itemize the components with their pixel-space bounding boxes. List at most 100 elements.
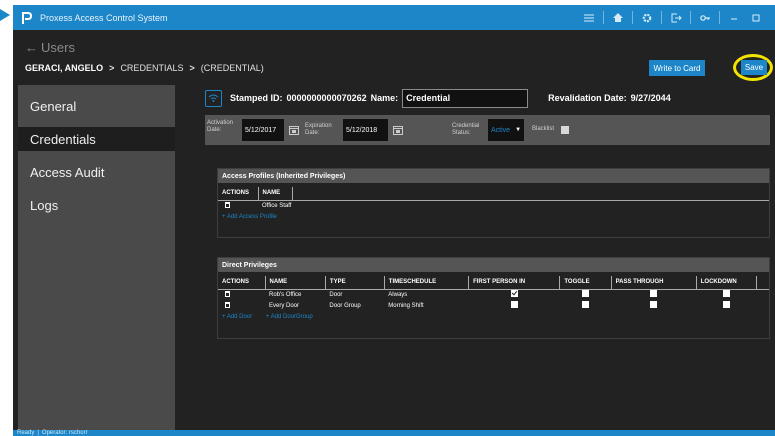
credential-status-value: Active [491,126,511,134]
breadcrumb: GERACI, ANGELO > CREDENTIALS > (CREDENTI… [25,63,264,73]
credential-status-select[interactable]: Active ▼ [488,119,524,141]
expiration-date-field[interactable]: 5/12/2018 [343,119,388,141]
maximize-icon[interactable] [745,5,767,30]
privilege-schedule: Morning Shift [388,302,424,309]
wifi-icon[interactable] [205,89,222,107]
write-to-card-button[interactable]: Write to Card [649,60,705,76]
sidebar-item-label: General [30,98,77,114]
breadcrumb-section[interactable]: CREDENTIALS [120,63,183,73]
add-doorgroup-link[interactable]: + Add DoorGroup [266,314,313,320]
lockdown-checkbox[interactable] [722,301,730,308]
profile-name: Office Staff [262,202,292,209]
divider [661,11,662,24]
activation-date-field[interactable]: 5/12/2017 [242,119,284,141]
access-profiles-title: Access Profiles (Inherited Privileges) [218,169,769,183]
settings-icon[interactable] [636,5,658,30]
column-filler [292,187,769,201]
add-row: + Add Access Profile [218,211,769,222]
row-actions [218,289,265,300]
pass-through-checkbox[interactable] [650,301,658,308]
privilege-name: Rob's Office [269,291,302,298]
privilege-type: Door [329,291,343,298]
column-name: NAME [265,276,326,290]
name-field[interactable]: Credential [402,88,529,108]
dropdown-caret-icon: ▼ [515,127,522,133]
row-actions [218,300,265,311]
pointer-arrow-icon [0,9,10,21]
table-header-row: ACTIONS NAME [218,187,769,201]
toggle-checkbox[interactable] [581,301,589,308]
minimize-icon[interactable] [723,5,745,30]
expiration-date-label: Expiration Date: [305,123,332,136]
app-title: Proxess Access Control System [40,12,168,23]
trash-icon[interactable] [225,290,230,297]
table-row[interactable]: Rob's Office Door Always [218,289,769,300]
revalidation-label: Revalidation Date: [548,93,627,103]
sidebar-item-label: Credentials [30,131,96,147]
save-button[interactable]: Save [741,60,767,75]
blacklist-label: Blacklist [532,126,555,132]
trash-icon[interactable] [225,301,230,308]
column-name: NAME [258,187,293,201]
status-text: Ready [17,430,35,436]
column-pass-through: PASS THROUGH [611,276,697,290]
lockdown-checkbox[interactable] [722,290,730,298]
pass-through-checkbox[interactable] [650,290,658,298]
first-person-in-checkbox[interactable] [510,301,518,308]
breadcrumb-separator: > [109,63,115,73]
menu-icon[interactable] [578,5,600,30]
revalidation-value: 9/27/2044 [630,93,671,103]
sidebar-item-access-audit[interactable]: Access Audit [18,160,175,184]
logout-icon[interactable] [665,5,687,30]
home-icon[interactable] [607,5,629,30]
direct-privileges-title: Direct Privileges [218,258,769,272]
back-arrow-icon: ← [25,40,38,55]
credential-status-label: Credential Status: [452,123,480,136]
table-row[interactable]: Every Door Door Group Morning Shift [218,300,769,311]
title-bar-controls [578,5,767,30]
direct-privileges-table: ACTIONS NAME TYPE TIMESCHEDULE FIRST PER… [218,276,769,322]
calendar-icon[interactable] [393,125,403,135]
divider [690,11,691,24]
app-logo-icon [20,11,34,25]
first-person-in-checkbox[interactable] [510,290,518,298]
back-label: Users [41,40,75,55]
operator-text: Operator: rschorr [41,430,88,436]
activation-date-label: Activation Date: [207,120,234,133]
column-first-person-in: FIRST PERSON IN [468,276,561,290]
access-profiles-table: ACTIONS NAME Office Staff + Add Access P… [218,187,769,222]
name-label: Name: [370,93,399,103]
column-toggle: TOGGLE [559,276,612,290]
back-link[interactable]: ← Users [25,40,75,55]
row-actions [218,200,258,211]
stamped-id-value: 0000000000070262 [286,93,367,103]
column-lockdown: LOCKDOWN [696,276,757,290]
breadcrumb-current: (CREDENTIAL) [200,63,264,73]
sidebar-item-general[interactable]: General [18,94,175,118]
key-icon[interactable] [694,5,716,30]
breadcrumb-user[interactable]: GERACI, ANGELO [25,63,103,73]
sidebar-item-label: Logs [30,197,59,213]
stamped-id-label: Stamped ID: [230,93,283,103]
title-bar: Proxess Access Control System [13,5,775,30]
privilege-schedule: Always [388,291,408,298]
column-timeschedule: TIMESCHEDULE [384,276,470,290]
blacklist-checkbox[interactable] [561,126,569,134]
date-bar: Activation Date: 5/12/2017 Expiration Da… [205,115,770,145]
calendar-icon[interactable] [289,125,299,135]
privilege-name: Every Door [269,302,300,309]
direct-privileges-panel: Direct Privileges ACTIONS NAME TYPE TIME… [217,257,770,339]
add-access-profile-link[interactable]: + Add Access Profile [222,214,277,220]
privilege-type: Door Group [329,302,361,309]
main-content: Stamped ID: 0000000000070262 Name: Crede… [175,85,775,430]
credential-id-row: Stamped ID: 0000000000070262 Name: Crede… [205,88,671,108]
sidebar-item-logs[interactable]: Logs [18,193,175,217]
column-actions: ACTIONS [218,187,259,201]
table-row[interactable]: Office Staff [218,200,769,211]
trash-icon[interactable] [225,201,230,208]
sidebar: General Credentials Access Audit Logs [18,85,175,430]
sidebar-item-credentials[interactable]: Credentials [18,127,175,151]
toggle-checkbox[interactable] [581,290,589,298]
add-door-link[interactable]: + Add Door [222,314,252,320]
divider: | [37,430,39,436]
